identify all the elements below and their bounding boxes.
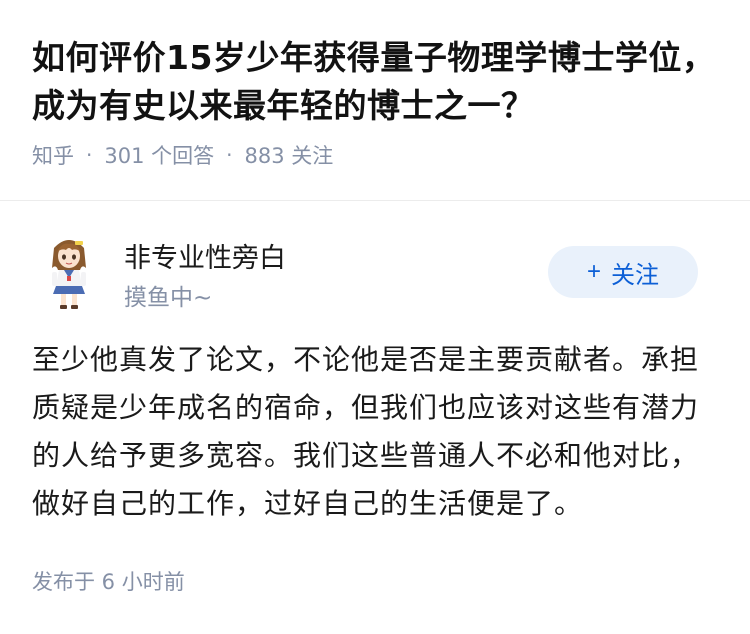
question-meta: 知乎 · 301 个回答 · 883 关注 [32,140,722,170]
anime-girl-avatar-icon [52,240,86,309]
followers-count: 883 [244,144,285,168]
question-title[interactable]: 如何评价15岁少年获得量子物理学博士学位，成为有史以来最年轻的博士之一？ [32,34,722,130]
answer-content[interactable]: 至少他真发了论文，不论他是否是主要贡献者。承担质疑是少年成名的宿命，但我们也应该… [32,336,722,528]
answers-count-link[interactable]: 301 个回答 [104,140,214,170]
section-divider [0,200,750,201]
question-header: 如何评价15岁少年获得量子物理学博士学位，成为有史以来最年轻的博士之一？ 知乎 … [32,34,722,170]
author-card: 非专业性旁白 摸鱼中~ + 关注 [32,234,718,314]
followers-count-link[interactable]: 883 关注 [245,140,334,170]
source-label[interactable]: 知乎 [32,140,74,170]
avatar[interactable] [42,234,96,310]
author-bio: 摸鱼中~ [124,285,213,311]
answers-count: 301 [104,144,145,168]
author-name[interactable]: 非专业性旁白 [124,236,286,275]
meta-separator: · [226,143,233,167]
plus-icon: + [586,258,601,285]
publish-time: 发布于 6 小时前 [32,570,185,594]
follow-button-label: 关注 [611,261,659,289]
answers-label: 个回答 [151,144,215,168]
follow-button[interactable]: + 关注 [548,246,698,298]
meta-separator: · [86,143,93,167]
followers-label: 关注 [291,144,334,168]
